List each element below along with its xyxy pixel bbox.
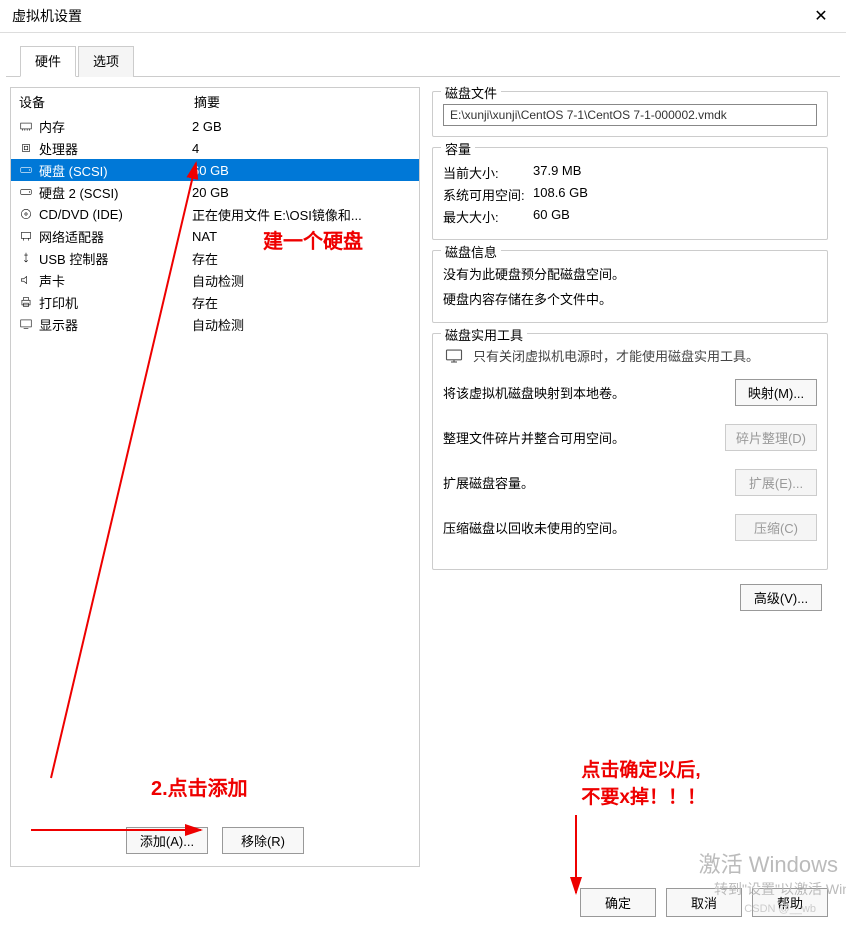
group-title-capacity: 容量 [441, 139, 475, 158]
device-summary: 20 GB [192, 185, 413, 200]
max-size-label: 最大大小: [443, 207, 533, 226]
device-name: 硬盘 (SCSI) [39, 161, 192, 180]
tab-hardware[interactable]: 硬件 [20, 46, 76, 77]
device-summary: 60 GB [192, 163, 413, 178]
display-icon [17, 317, 35, 331]
tabs: 硬件 选项 [6, 33, 840, 77]
device-name: 打印机 [39, 293, 192, 312]
help-button[interactable]: 帮助 [752, 888, 828, 917]
close-icon[interactable]: ✕ [806, 6, 836, 26]
content-area: 设备 摘要 内存2 GB处理器4硬盘 (SCSI)60 GB硬盘 2 (SCSI… [0, 77, 846, 867]
device-summary: 4 [192, 141, 413, 156]
annotation-click-add: 2.点击添加 [151, 772, 248, 801]
tab-options[interactable]: 选项 [78, 46, 134, 77]
device-name: 网络适配器 [39, 227, 192, 246]
disk-info-line2: 硬盘内容存储在多个文件中。 [443, 288, 817, 313]
header-device: 设备 [19, 92, 194, 111]
device-name: USB 控制器 [39, 249, 192, 268]
disk-icon [17, 163, 35, 177]
monitor-icon [443, 347, 465, 365]
sound-icon [17, 273, 35, 287]
detail-panel: 磁盘文件 E:\xunji\xunji\CentOS 7-1\CentOS 7-… [428, 87, 836, 867]
device-name: 内存 [39, 117, 192, 136]
utility-button-3: 压缩(C) [735, 514, 817, 541]
group-disk-info: 磁盘信息 没有为此硬盘预分配磁盘空间。 硬盘内容存储在多个文件中。 [432, 250, 828, 323]
utility-hint: 只有关闭虚拟机电源时，才能使用磁盘实用工具。 [473, 346, 759, 365]
utility-row: 整理文件碎片并整合可用空间。碎片整理(D) [443, 424, 817, 451]
utility-text: 整理文件碎片并整合可用空间。 [443, 428, 725, 447]
device-row[interactable]: USB 控制器存在 [11, 247, 419, 269]
device-name: 声卡 [39, 271, 192, 290]
device-row[interactable]: 内存2 GB [11, 115, 419, 137]
device-row[interactable]: 处理器4 [11, 137, 419, 159]
utility-text: 压缩磁盘以回收未使用的空间。 [443, 518, 735, 537]
avail-space-value: 108.6 GB [533, 185, 588, 204]
max-size-value: 60 GB [533, 207, 570, 226]
device-summary: 2 GB [192, 119, 413, 134]
cd-icon [17, 207, 35, 221]
utility-row: 压缩磁盘以回收未使用的空间。压缩(C) [443, 514, 817, 541]
add-button[interactable]: 添加(A)... [126, 827, 208, 854]
utility-text: 将该虚拟机磁盘映射到本地卷。 [443, 383, 735, 402]
group-title-utility: 磁盘实用工具 [441, 325, 527, 344]
header-summary: 摘要 [194, 92, 220, 111]
remove-button[interactable]: 移除(R) [222, 827, 304, 854]
utility-button-2: 扩展(E)... [735, 469, 817, 496]
network-icon [17, 229, 35, 243]
device-buttons: 添加(A)... 移除(R) [11, 813, 419, 866]
printer-icon [17, 295, 35, 309]
cancel-button[interactable]: 取消 [666, 888, 742, 917]
device-header: 设备 摘要 [11, 88, 419, 115]
ok-button[interactable]: 确定 [580, 888, 656, 917]
device-table: 内存2 GB处理器4硬盘 (SCSI)60 GB硬盘 2 (SCSI)20 GB… [11, 115, 419, 335]
advanced-button[interactable]: 高级(V)... [740, 584, 822, 611]
device-summary: 存在 [192, 249, 413, 268]
device-row[interactable]: 硬盘 (SCSI)60 GB [11, 159, 419, 181]
device-summary: 自动检测 [192, 315, 413, 334]
current-size-value: 37.9 MB [533, 163, 581, 182]
group-disk-file: 磁盘文件 E:\xunji\xunji\CentOS 7-1\CentOS 7-… [432, 91, 828, 137]
memory-icon [17, 119, 35, 133]
utility-row: 将该虚拟机磁盘映射到本地卷。映射(M)... [443, 379, 817, 406]
current-size-label: 当前大小: [443, 163, 533, 182]
avail-space-label: 系统可用空间: [443, 185, 533, 204]
utility-button-0[interactable]: 映射(M)... [735, 379, 817, 406]
disk-icon [17, 185, 35, 199]
utility-text: 扩展磁盘容量。 [443, 473, 735, 492]
group-title-diskfile: 磁盘文件 [441, 83, 501, 102]
disk-info-line1: 没有为此硬盘预分配磁盘空间。 [443, 263, 817, 288]
device-row[interactable]: 网络适配器NAT [11, 225, 419, 247]
cpu-icon [17, 141, 35, 155]
device-row[interactable]: 硬盘 2 (SCSI)20 GB [11, 181, 419, 203]
usb-icon [17, 251, 35, 265]
group-disk-utility: 磁盘实用工具 只有关闭虚拟机电源时，才能使用磁盘实用工具。 将该虚拟机磁盘映射到… [432, 333, 828, 570]
device-summary: 自动检测 [192, 271, 413, 290]
window-title: 虚拟机设置 [12, 6, 82, 26]
utility-button-1: 碎片整理(D) [725, 424, 817, 451]
disk-file-path[interactable]: E:\xunji\xunji\CentOS 7-1\CentOS 7-1-000… [443, 104, 817, 126]
device-name: 显示器 [39, 315, 192, 334]
titlebar: 虚拟机设置 ✕ [0, 0, 846, 33]
device-name: CD/DVD (IDE) [39, 207, 192, 222]
device-row[interactable]: 声卡自动检测 [11, 269, 419, 291]
device-row[interactable]: 显示器自动检测 [11, 313, 419, 335]
device-summary: NAT [192, 229, 413, 244]
device-name: 处理器 [39, 139, 192, 158]
group-title-diskinfo: 磁盘信息 [441, 242, 501, 261]
dialog-buttons: 确定 取消 帮助 [580, 880, 842, 917]
device-row[interactable]: 打印机存在 [11, 291, 419, 313]
device-list-panel: 设备 摘要 内存2 GB处理器4硬盘 (SCSI)60 GB硬盘 2 (SCSI… [10, 87, 420, 867]
device-summary: 存在 [192, 293, 413, 312]
advanced-row: 高级(V)... [432, 584, 828, 611]
utility-row: 扩展磁盘容量。扩展(E)... [443, 469, 817, 496]
device-name: 硬盘 2 (SCSI) [39, 183, 192, 202]
group-capacity: 容量 当前大小:37.9 MB 系统可用空间:108.6 GB 最大大小:60 … [432, 147, 828, 240]
device-row[interactable]: CD/DVD (IDE)正在使用文件 E:\OSI镜像和... [11, 203, 419, 225]
device-summary: 正在使用文件 E:\OSI镜像和... [192, 205, 413, 224]
